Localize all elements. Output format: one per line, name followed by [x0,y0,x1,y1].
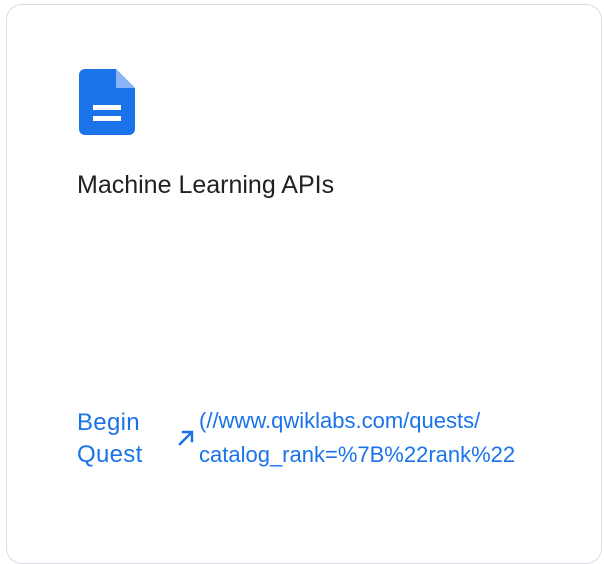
begin-quest-label: Begin Quest [77,407,169,471]
external-link-arrow-icon [178,430,194,446]
quest-card: Machine Learning APIs Begin Quest (//www… [6,4,602,564]
begin-quest-label-line1: Begin [77,409,140,436]
quest-url-line1: (//www.qwiklabs.com/quests/ [199,408,481,433]
begin-quest-link[interactable]: Begin Quest (//www.qwiklabs.com/quests/ … [77,404,601,472]
quest-url-line2: catalog_rank=%7B%22rank%22 [199,442,516,467]
card-title: Machine Learning APIs [77,171,335,199]
quest-url-text: (//www.qwiklabs.com/quests/ catalog_rank… [199,404,601,472]
document-icon [79,69,135,135]
begin-quest-label-line2: Quest [77,441,143,468]
